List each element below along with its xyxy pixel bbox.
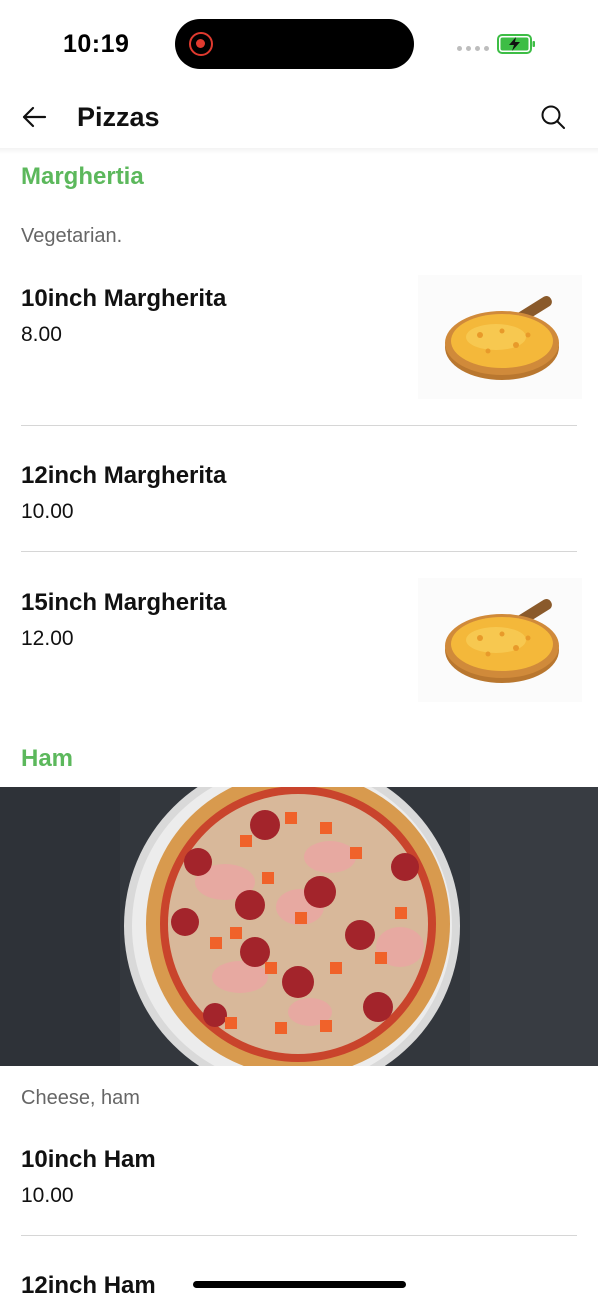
margherita-pizza-thumbnail [418, 275, 582, 399]
section-description: Cheese, ham [21, 1087, 140, 1109]
item-price: 8.00 [21, 323, 62, 346]
home-indicator [193, 1281, 406, 1288]
menu-item-10inch-ham[interactable]: 10inch Ham 10.00 [21, 1146, 577, 1236]
search-icon[interactable] [538, 102, 568, 132]
status-time: 10:19 [63, 30, 130, 58]
item-name: 10inch Margherita [21, 285, 227, 312]
menu-item-12inch-margherita[interactable]: 12inch Margherita 10.00 [21, 462, 577, 552]
recording-icon [189, 32, 213, 56]
item-name: 10inch Ham [21, 1146, 156, 1173]
divider [21, 425, 577, 426]
app-header: Pizzas [0, 88, 598, 148]
dynamic-island [175, 19, 414, 69]
item-name: 12inch Ham [21, 1272, 156, 1299]
divider [21, 1235, 577, 1236]
status-bar: 10:19 [0, 0, 598, 88]
item-price: 10.00 [21, 500, 74, 523]
signal-icon [457, 46, 489, 51]
ham-pizza-banner-image [0, 787, 598, 1066]
divider [21, 551, 577, 552]
header-shadow [0, 148, 598, 154]
item-price: 12.00 [21, 627, 74, 650]
section-description: Vegetarian. [21, 225, 123, 247]
section-title-marghertia: Marghertia [21, 163, 144, 190]
item-name: 15inch Margherita [21, 589, 227, 616]
arrow-left-icon[interactable] [18, 102, 52, 132]
item-price: 10.00 [21, 1184, 74, 1207]
margherita-pizza-thumbnail [418, 578, 582, 702]
page-title: Pizzas [77, 102, 160, 132]
item-name: 12inch Margherita [21, 462, 227, 489]
battery-charging-icon [497, 34, 535, 54]
section-title-ham: Ham [21, 745, 74, 772]
